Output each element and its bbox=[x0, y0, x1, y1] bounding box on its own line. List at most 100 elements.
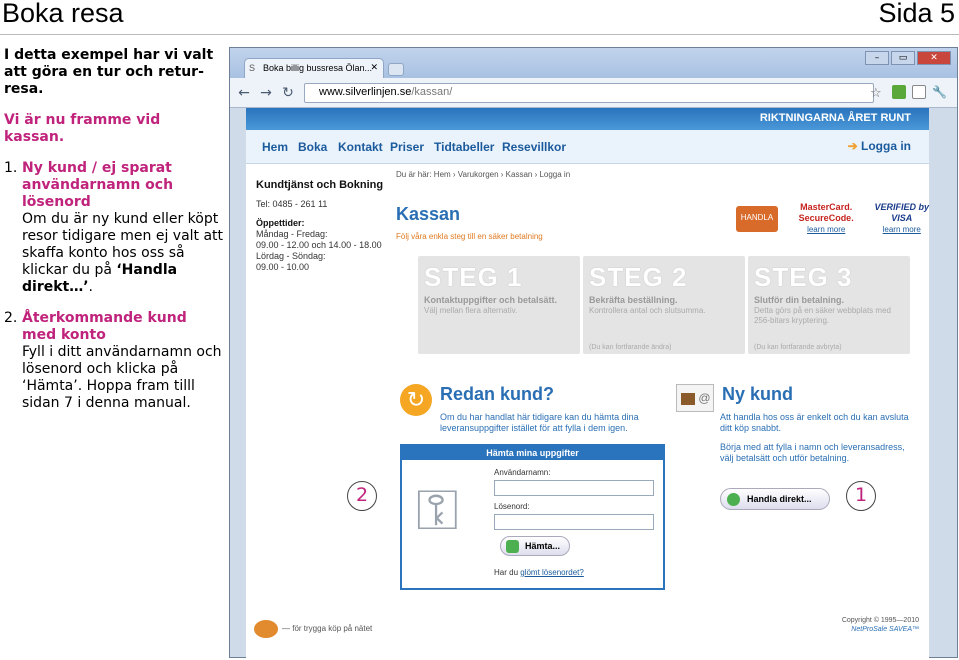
item-number: 1. bbox=[4, 160, 18, 176]
step-3: STEG 3 Slutför din betalning. Detta görs… bbox=[748, 256, 910, 354]
marker-two: 2 bbox=[347, 481, 377, 511]
browser-tab[interactable]: S Boka billig bussresa Ölan... ✕ bbox=[244, 58, 384, 78]
redan-kund-title: Redan kund? bbox=[440, 384, 555, 404]
handla-direkt-label: Handla direkt... bbox=[747, 494, 812, 504]
arrow-right-icon bbox=[727, 493, 740, 506]
minimize-button[interactable]: – bbox=[865, 51, 889, 65]
item-heading: Ny kund / ej sparat användarnamn och lös… bbox=[22, 160, 174, 210]
forward-icon[interactable]: → bbox=[258, 85, 274, 101]
keys-icon: ⚿ bbox=[416, 478, 459, 543]
menu-kontakt[interactable]: Kontakt bbox=[338, 140, 383, 154]
site-menu: Hem Boka Kontakt Priser Tidtabeller Rese… bbox=[246, 130, 929, 164]
item-text: Fyll i ditt användarnamn och lösenord oc… bbox=[22, 344, 222, 411]
menu-boka[interactable]: Boka bbox=[298, 140, 327, 154]
page-number: Sida 5 bbox=[878, 0, 955, 28]
learn-more-link[interactable]: learn more bbox=[874, 224, 929, 235]
arrow-right-icon: ➔ bbox=[847, 139, 861, 153]
footer-trust-text: — för trygga köp på nätet bbox=[282, 624, 373, 634]
trygg-badge[interactable]: HANDLA bbox=[736, 205, 778, 232]
password-field[interactable] bbox=[494, 514, 654, 530]
sidebar-hours-line: Måndag - Fredag: bbox=[256, 229, 328, 239]
netprosale-text: NetProSale SAVEA™ bbox=[851, 626, 919, 633]
browser-toolbar: ← → ↻ www.silverlinjen.se/kassan/ ☆ 🔧 bbox=[230, 78, 957, 108]
intro-text: I detta exempel har vi valt att göra en … bbox=[4, 47, 214, 97]
bookmark-star-icon[interactable]: ☆ bbox=[870, 86, 882, 101]
hamta-icon bbox=[506, 540, 519, 553]
username-field[interactable] bbox=[494, 480, 654, 496]
handla-direkt-button[interactable]: Handla direkt... bbox=[720, 488, 830, 510]
instruction-item: 2. Återkommande kund med konto Fyll i di… bbox=[4, 310, 224, 412]
item-number: 2. bbox=[4, 310, 18, 326]
header-divider bbox=[0, 34, 959, 35]
step-subtitle: Välj mellan flera alternativ. bbox=[424, 306, 518, 315]
ny-kund-text-1: Att handla hos oss är enkelt och du kan … bbox=[720, 412, 909, 433]
ny-kund-title: Ny kund bbox=[722, 384, 794, 404]
document-title: Boka resa bbox=[2, 0, 124, 28]
login-box-header: Hämta mina uppgifter bbox=[402, 446, 663, 460]
new-customer-icon: @ bbox=[676, 384, 714, 412]
step-heading: STEG 3 bbox=[754, 262, 853, 292]
menu-tidtabeller[interactable]: Tidtabeller bbox=[434, 140, 494, 154]
item-body: Ny kund / ej sparat användarnamn och lös… bbox=[22, 160, 224, 296]
new-tab-button[interactable] bbox=[388, 63, 404, 76]
login-link[interactable]: ➔ Logga in bbox=[848, 139, 911, 153]
copyright-text: Copyright © 1995—2010 bbox=[841, 617, 919, 624]
close-window-button[interactable]: ✕ bbox=[917, 51, 951, 65]
sidebar-hours-title: Öppettider: bbox=[256, 218, 305, 228]
hamta-label: Hämta... bbox=[525, 541, 561, 551]
site-banner: RIKTNINGARNA ÅRET RUNT bbox=[246, 108, 929, 130]
back-icon[interactable]: ← bbox=[236, 85, 252, 101]
password-label: Lösenord: bbox=[494, 502, 530, 511]
menu-resevillkor[interactable]: Resevillkor bbox=[502, 140, 566, 154]
mastercard-label: MasterCard. SecureCode. bbox=[798, 202, 854, 223]
step-1: STEG 1 Kontaktuppgifter och betalsätt. V… bbox=[418, 256, 580, 354]
contact-sidebar: Kundtjänst och Bokning Tel: 0485 - 261 1… bbox=[256, 180, 386, 273]
trygg-seal-icon bbox=[254, 620, 278, 638]
item-heading: Återkommande kund med konto bbox=[22, 310, 187, 343]
menu-priser[interactable]: Priser bbox=[390, 140, 424, 154]
visa-badge[interactable]: VERIFIED by VISA learn more bbox=[874, 202, 929, 235]
forgot-password-link[interactable]: glömt lösenordet? bbox=[520, 568, 584, 577]
learn-more-link[interactable]: learn more bbox=[788, 224, 865, 235]
step-title: Bekräfta beställning. bbox=[589, 295, 678, 305]
address-bar[interactable]: www.silverlinjen.se/kassan/ bbox=[304, 83, 874, 103]
page-icon[interactable] bbox=[912, 85, 926, 99]
extension-icon[interactable] bbox=[892, 85, 906, 99]
close-tab-icon[interactable]: ✕ bbox=[370, 62, 378, 73]
forgot-password: Har du glömt lösenordet? bbox=[494, 568, 584, 577]
visa-label: VERIFIED by VISA bbox=[874, 202, 929, 223]
menu-hem[interactable]: Hem bbox=[262, 140, 288, 154]
step-note: Vi är nu framme vid kassan. bbox=[4, 112, 161, 145]
step-subtitle: Kontrollera antal och slutsumma. bbox=[589, 306, 706, 315]
item-text: Om du är ny kund eller köpt resor tidiga… bbox=[22, 211, 224, 296]
wrench-icon[interactable]: 🔧 bbox=[932, 85, 947, 99]
forgot-prefix: Har du bbox=[494, 568, 521, 577]
step-note: (Du kan fortfarande avbryta) bbox=[754, 344, 842, 351]
step-heading: STEG 1 bbox=[424, 262, 523, 292]
tab-title: Boka billig bussresa Ölan... bbox=[263, 63, 373, 73]
step-title: Kontaktuppgifter och betalsätt. bbox=[424, 295, 558, 305]
web-page: RIKTNINGARNA ÅRET RUNT Hem Boka Kontakt … bbox=[246, 108, 929, 658]
url-domain: www.silverlinjen.se bbox=[319, 86, 412, 98]
checkout-steps: STEG 1 Kontaktuppgifter och betalsätt. V… bbox=[418, 256, 910, 354]
kassan-subtitle: Följ våra enkla steg till en säker betal… bbox=[396, 232, 543, 241]
window-controls: – ▭ ✕ bbox=[865, 51, 951, 65]
hamta-button[interactable]: Hämta... bbox=[500, 536, 570, 556]
marker-one: 1 bbox=[846, 481, 876, 511]
sidebar-hours-line: Lördag - Söndag: bbox=[256, 251, 326, 261]
kassan-title: Kassan bbox=[396, 204, 461, 224]
username-label: Användarnamn: bbox=[494, 468, 551, 477]
sidebar-tel: Tel: 0485 - 261 11 bbox=[256, 199, 328, 209]
left-column: I detta exempel har vi valt att göra en … bbox=[4, 47, 224, 412]
footer-copyright: Copyright © 1995—2010 NetProSale SAVEA™ bbox=[842, 616, 919, 634]
return-arrow-icon: ↻ bbox=[400, 384, 432, 416]
mastercard-badge[interactable]: MasterCard. SecureCode. learn more bbox=[788, 202, 865, 235]
step-2: STEG 2 Bekräfta beställning. Kontrollera… bbox=[583, 256, 745, 354]
login-label: Logga in bbox=[861, 139, 911, 153]
step-title: Slutför din betalning. bbox=[754, 295, 844, 305]
reload-icon[interactable]: ↻ bbox=[280, 85, 296, 101]
maximize-button[interactable]: ▭ bbox=[891, 51, 915, 65]
sidebar-hours-line: 09.00 - 10.00 bbox=[256, 262, 310, 272]
ny-kund-text-2: Börja med att fylla i namn och leveransa… bbox=[720, 442, 905, 463]
tab-bar: S Boka billig bussresa Ölan... ✕ – ▭ ✕ bbox=[230, 48, 957, 78]
